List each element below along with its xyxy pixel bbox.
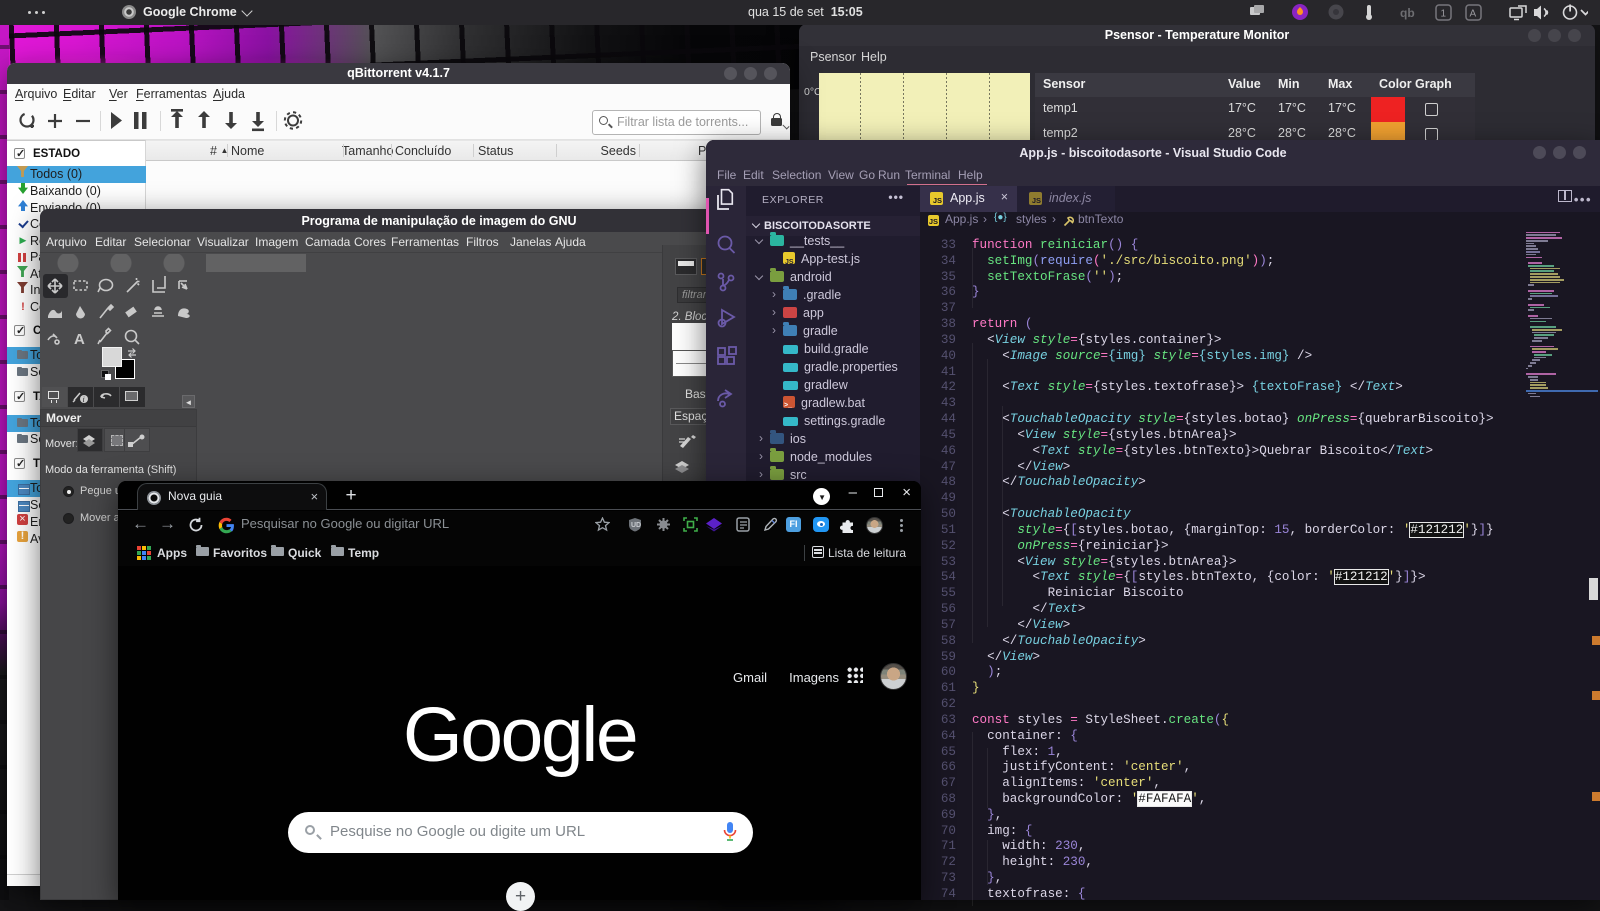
svg-text:UD: UD [631, 522, 641, 529]
svg-text:A: A [74, 331, 85, 348]
svg-text:i: i [83, 395, 85, 404]
svg-text:A: A [1470, 9, 1477, 20]
svg-text:qb: qb [1400, 6, 1415, 20]
svg-text:1: 1 [1441, 9, 1447, 20]
